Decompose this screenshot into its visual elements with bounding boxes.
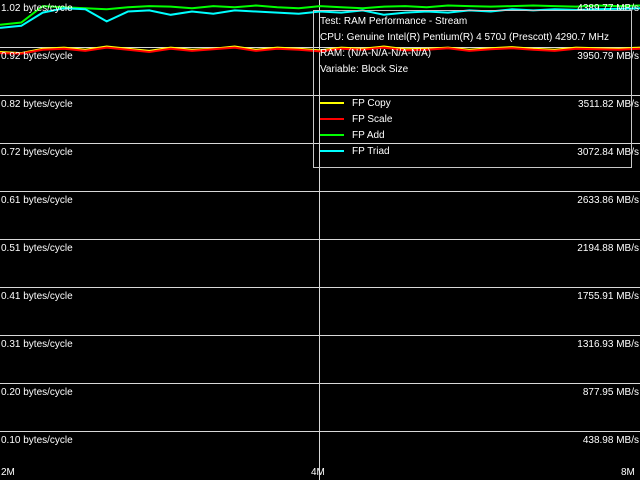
legend-label: FP Add (352, 129, 385, 141)
legend-fp-scale: FP Scale (320, 113, 392, 125)
y-left-tick: 0.31 bytes/cycle (1, 339, 73, 350)
x-tick-2m: 2M (1, 467, 15, 478)
info-legend-box: Test: RAM Performance - Stream CPU: Genu… (313, 10, 632, 168)
y-right-tick: 2633.86 MB/s (577, 195, 639, 206)
y-left-tick: 0.82 bytes/cycle (1, 99, 73, 110)
ram-info: RAM: (N/A-N/A-N/A-N/A) (320, 48, 432, 59)
y-left-tick: 0.72 bytes/cycle (1, 147, 73, 158)
y-right-tick: 877.95 MB/s (582, 387, 639, 398)
legend-swatch-fp-add (320, 134, 344, 136)
variable-info: Variable: Block Size (320, 64, 409, 75)
y-right-tick: 1316.93 MB/s (577, 339, 639, 350)
cpu-info: CPU: Genuine Intel(R) Pentium(R) 4 570J … (320, 32, 609, 43)
legend-swatch-fp-scale (320, 118, 344, 120)
y-left-tick: 1.02 bytes/cycle (1, 3, 73, 14)
y-left-tick: 0.20 bytes/cycle (1, 387, 73, 398)
y-left-tick: 0.92 bytes/cycle (1, 51, 73, 62)
legend-label: FP Triad (352, 145, 390, 157)
y-left-tick: 0.41 bytes/cycle (1, 291, 73, 302)
y-left-tick: 0.61 bytes/cycle (1, 195, 73, 206)
legend-label: FP Copy (352, 97, 391, 109)
legend-swatch-fp-copy (320, 102, 344, 104)
legend-label: FP Scale (352, 113, 393, 125)
y-left-tick: 0.51 bytes/cycle (1, 243, 73, 254)
y-right-tick: 2194.88 MB/s (577, 243, 639, 254)
legend-swatch-fp-triad (320, 150, 344, 152)
y-right-tick: 438.98 MB/s (582, 435, 639, 446)
test-name: Test: RAM Performance - Stream (320, 16, 468, 27)
x-tick-4m: 4M (311, 467, 325, 478)
legend-fp-copy: FP Copy (320, 97, 391, 109)
legend-fp-triad: FP Triad (320, 145, 390, 157)
y-left-tick: 0.10 bytes/cycle (1, 435, 73, 446)
legend-fp-add: FP Add (320, 129, 385, 141)
x-tick-8m: 8M (621, 467, 635, 478)
y-right-tick: 1755.91 MB/s (577, 291, 639, 302)
